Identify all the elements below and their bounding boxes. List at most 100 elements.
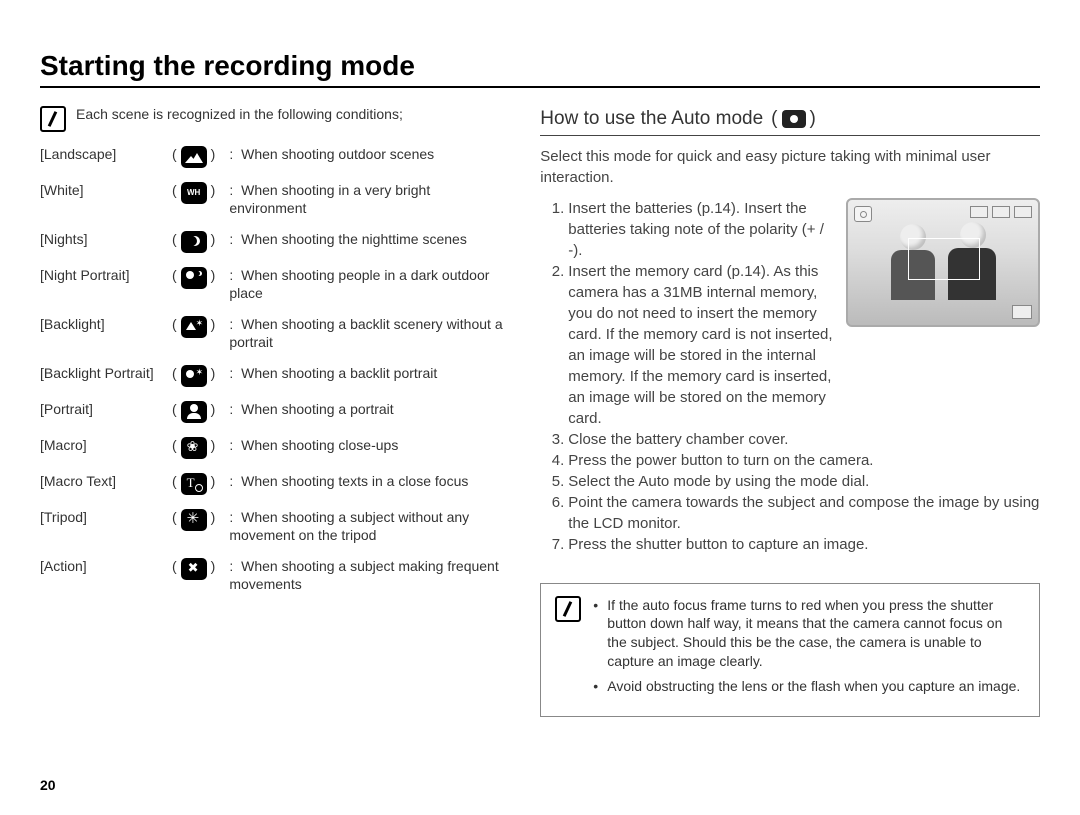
scene-name: [Nights] xyxy=(40,231,172,249)
scene-row: [Portrait](): When shooting a portrait xyxy=(40,401,510,423)
lcd-af-frame xyxy=(908,238,980,280)
paren-close: ) xyxy=(211,267,216,285)
step-item: 1.Insert the batteries (p.14). Insert th… xyxy=(540,198,834,261)
right-column: How to use the Auto mode ( ) Select this… xyxy=(540,106,1040,717)
note-icon xyxy=(555,596,581,622)
step-number: 4. xyxy=(540,450,568,471)
lcd-bottom-right-icon xyxy=(1012,305,1032,319)
paren-close: ) xyxy=(211,558,216,576)
paren-close: ) xyxy=(211,509,216,527)
step-number: 1. xyxy=(540,198,568,261)
step-text: Press the power button to turn on the ca… xyxy=(568,450,1040,471)
step-item: 5.Select the Auto mode by using the mode… xyxy=(540,471,1040,492)
step-text: Close the battery chamber cover. xyxy=(568,429,1040,450)
lcd-top-right-indicators xyxy=(970,206,1032,218)
paren-open: ( xyxy=(172,267,177,285)
paren-close: ) xyxy=(211,316,216,334)
steps-block: 1.Insert the batteries (p.14). Insert th… xyxy=(540,198,1040,555)
step-item: 6.Point the camera towards the subject a… xyxy=(540,492,1040,534)
action-icon xyxy=(181,558,207,580)
scene-description: : When shooting people in a dark outdoor… xyxy=(229,267,510,302)
paren-open: ( xyxy=(172,146,177,164)
lcd-preview-illustration xyxy=(846,198,1040,327)
paren-open: ( xyxy=(172,401,177,419)
title-rule xyxy=(40,86,1040,88)
step-number: 6. xyxy=(540,492,568,534)
nights-icon xyxy=(181,231,207,253)
manual-page: Starting the recording mode Each scene i… xyxy=(0,0,1080,815)
note-bullet: If the auto focus frame turns to red whe… xyxy=(593,596,1025,672)
step-item: 2.Insert the memory card (p.14). As this… xyxy=(540,261,834,429)
intro-paragraph: Select this mode for quick and easy pict… xyxy=(540,146,1040,188)
step-item: 3.Close the battery chamber cover. xyxy=(540,429,1040,450)
subhead-icon-group: ( ) xyxy=(771,106,816,133)
paren-close: ) xyxy=(211,401,216,419)
scene-name: [Portrait] xyxy=(40,401,172,419)
scene-description: : When shooting a backlit scenery withou… xyxy=(229,316,510,351)
step-text: Point the camera towards the subject and… xyxy=(568,492,1040,534)
scene-row: [Backlight]() : When shooting a backlit s… xyxy=(40,316,510,351)
two-column-layout: Each scene is recognized in the followin… xyxy=(40,106,1040,717)
paren-open: ( xyxy=(172,437,177,455)
scene-row: [Backlight Portrait](): When shooting a … xyxy=(40,365,510,387)
white-icon xyxy=(181,182,207,204)
scene-name: [Backlight Portrait] xyxy=(40,365,172,383)
step-item: 7.Press the shutter button to capture an… xyxy=(540,534,1040,555)
paren-close: ) xyxy=(211,146,216,164)
step-text: Insert the batteries (p.14). Insert the … xyxy=(568,198,834,261)
note-text: If the auto focus frame turns to red whe… xyxy=(607,596,1025,672)
paren-open: ( xyxy=(172,231,177,249)
left-column: Each scene is recognized in the followin… xyxy=(40,106,510,717)
paren-open: ( xyxy=(172,509,177,527)
step-number: 7. xyxy=(540,534,568,555)
macro-icon xyxy=(181,437,207,459)
portrait-icon xyxy=(181,401,207,423)
night-portrait-icon xyxy=(181,267,207,289)
scene-description: : When shooting a subject making frequen… xyxy=(229,558,510,593)
scene-description: : When shooting texts in a close focus xyxy=(229,473,510,491)
subhead-row: How to use the Auto mode ( ) xyxy=(540,106,1040,133)
lcd-mode-icon xyxy=(854,206,872,222)
paren-open: ( xyxy=(172,558,177,576)
camera-icon xyxy=(782,110,806,128)
paren-open: ( xyxy=(172,182,177,200)
scene-name: [Macro] xyxy=(40,437,172,455)
scene-name: [Backlight] xyxy=(40,316,172,334)
lcd-indicator xyxy=(992,206,1010,218)
scene-description: : When shooting in a very bright environ… xyxy=(229,182,510,217)
scene-name: [Tripod] xyxy=(40,509,172,527)
paren-open: ( xyxy=(172,365,177,383)
note-bullet: Avoid obstructing the lens or the flash … xyxy=(593,677,1025,696)
scene-description: : When shooting close-ups xyxy=(229,437,510,455)
scene-row: [Night Portrait](): When shooting people… xyxy=(40,267,510,302)
step-text: Insert the memory card (p.14). As this c… xyxy=(568,261,834,429)
note-icon xyxy=(40,106,66,132)
scene-description: : When shooting a subject without any mo… xyxy=(229,509,510,544)
scene-row: [Tripod]() : When shooting a subject with… xyxy=(40,509,510,544)
scene-row: [Landscape](): When shooting outdoor sce… xyxy=(40,146,510,168)
lcd-battery-icon xyxy=(1014,206,1032,218)
scene-row: [Action](): When shooting a subject maki… xyxy=(40,558,510,593)
bullet-dot xyxy=(593,596,607,672)
bottom-note-box: If the auto focus frame turns to red whe… xyxy=(540,583,1040,717)
subhead-text: How to use the Auto mode xyxy=(540,106,763,133)
paren-close: ) xyxy=(211,182,216,200)
bullet-dot xyxy=(593,677,607,696)
scene-description: : When shooting outdoor scenes xyxy=(229,146,510,164)
step-number: 5. xyxy=(540,471,568,492)
step-item: 4.Press the power button to turn on the … xyxy=(540,450,1040,471)
paren-open: ( xyxy=(172,473,177,491)
step-number: 3. xyxy=(540,429,568,450)
landscape-icon xyxy=(181,146,207,168)
step-text: Press the shutter button to capture an i… xyxy=(568,534,1040,555)
scene-name: [White] xyxy=(40,182,172,200)
scene-row: [White]() : When shooting in a very brigh… xyxy=(40,182,510,217)
paren-open: ( xyxy=(771,106,777,133)
backlight-icon xyxy=(181,316,207,338)
scene-row: [Macro Text](): When shooting texts in a… xyxy=(40,473,510,495)
paren-open: ( xyxy=(172,316,177,334)
scene-description: : When shooting a backlit portrait xyxy=(229,365,510,383)
bottom-note-bullets: If the auto focus frame turns to red whe… xyxy=(593,596,1025,702)
step-text: Select the Auto mode by using the mode d… xyxy=(568,471,1040,492)
scene-name: [Macro Text] xyxy=(40,473,172,491)
